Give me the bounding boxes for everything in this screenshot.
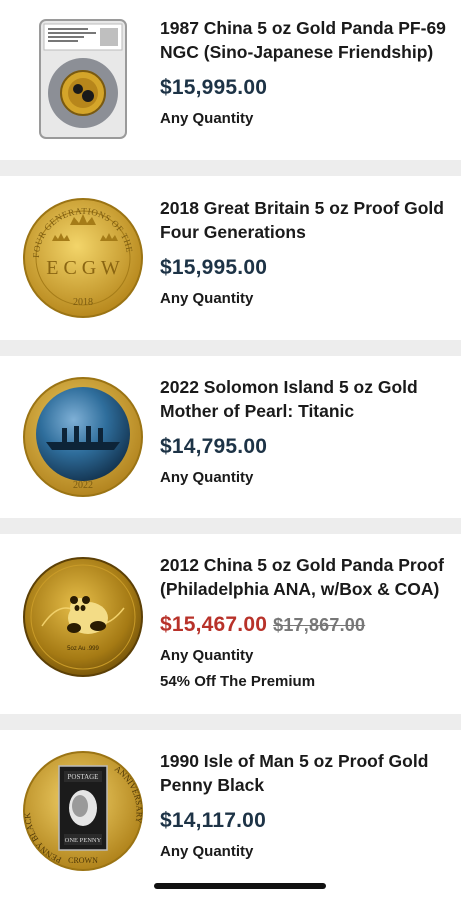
product-price: $14,117.00 [160, 809, 266, 832]
stamp-top-text: POSTAGE [68, 773, 99, 781]
coin-bottom-text: CROWN [68, 856, 98, 865]
quantity-label: Any Quantity [160, 290, 254, 307]
product-title[interactable]: 1987 China 5 oz Gold Panda PF-69 NGC (Si… [160, 16, 455, 64]
product-price: $15,995.00 [160, 256, 268, 279]
product-image-titanic-coin[interactable]: 2022 [22, 376, 144, 498]
coin-year: 2018 [73, 297, 93, 308]
product-card[interactable]: 5oz Au .999 2012 China 5 oz Gold Panda P… [0, 534, 461, 714]
quantity-label: Any Quantity [160, 647, 254, 664]
sale-price: $15,467.00 [160, 613, 268, 636]
quantity-label: Any Quantity [160, 843, 254, 860]
coin-inscription: 5oz Au .999 [67, 646, 99, 652]
coin-year: 2022 [73, 480, 93, 491]
original-price: $17,867.00 [273, 615, 366, 635]
quantity-label: Any Quantity [160, 110, 254, 127]
product-card[interactable]: PENNY BLACK ANNIVERSARY POSTAGE ONE PENN… [0, 730, 461, 900]
stamp-bottom-text: ONE PENNY [65, 837, 102, 844]
product-image-penny-black-coin[interactable]: PENNY BLACK ANNIVERSARY POSTAGE ONE PENN… [22, 750, 145, 872]
home-indicator[interactable] [154, 883, 326, 889]
product-image-ngc-slab[interactable] [22, 18, 144, 140]
product-price: $15,995.00 [160, 76, 268, 99]
product-title[interactable]: 2018 Great Britain 5 oz Proof Gold Four … [160, 196, 455, 244]
product-image-panda-proof-coin[interactable]: 5oz Au .999 [22, 556, 144, 678]
product-title[interactable]: 2012 China 5 oz Gold Panda Proof (Philad… [160, 553, 455, 601]
product-title[interactable]: 2022 Solomon Island 5 oz Gold Mother of … [160, 375, 455, 423]
quantity-label: Any Quantity [160, 469, 254, 486]
product-image-four-generations-coin[interactable]: FOUR GENERATIONS OF THE ROYAL FAMILY E C… [18, 189, 144, 319]
coin-monogram: E C G W [46, 257, 120, 279]
promo-label: 54% Off The Premium [160, 673, 316, 690]
product-card[interactable]: FOUR GENERATIONS OF THE ROYAL FAMILY E C… [0, 176, 461, 340]
product-title[interactable]: 1990 Isle of Man 5 oz Proof Gold Penny B… [160, 749, 455, 797]
product-price: $14,795.00 [160, 435, 268, 458]
product-price-row: $15,467.00 $17,867.00 [160, 613, 455, 637]
product-card[interactable]: 1987 China 5 oz Gold Panda PF-69 NGC (Si… [0, 0, 461, 160]
product-card[interactable]: 2022 2022 Solomon Island 5 oz Gold Mothe… [0, 356, 461, 518]
